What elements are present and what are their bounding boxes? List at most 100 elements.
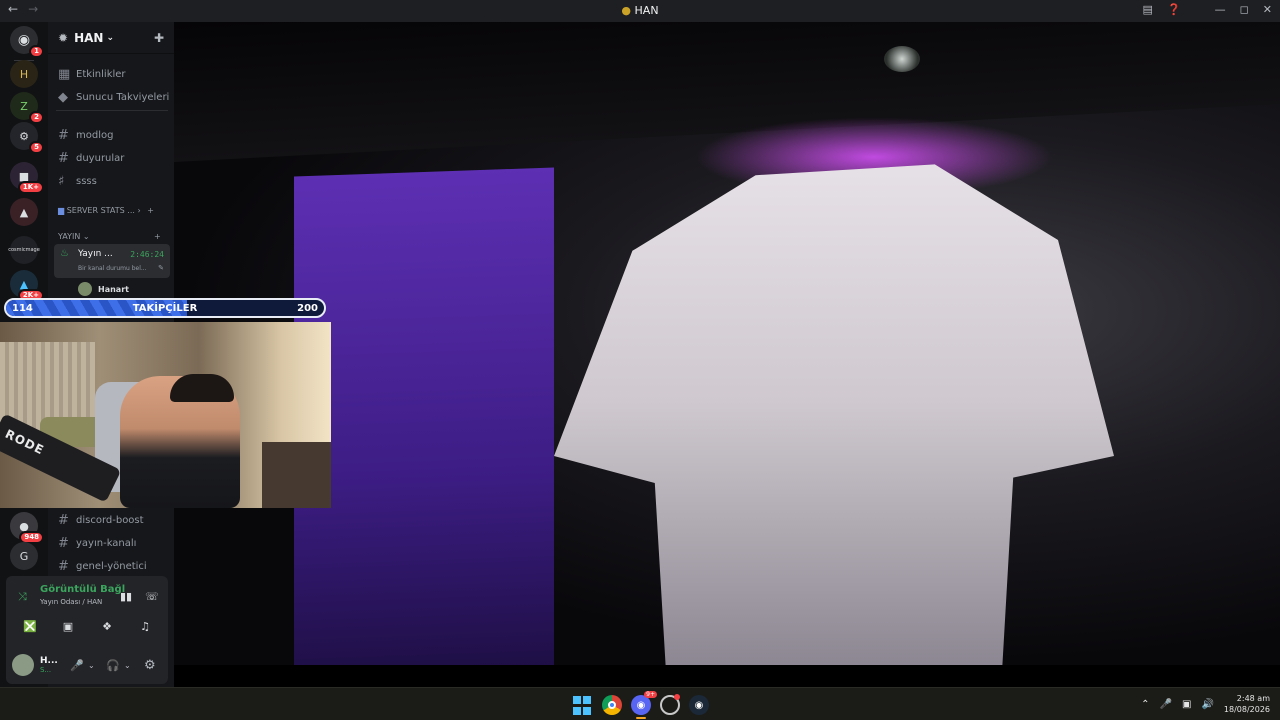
hash-icon: #	[58, 559, 69, 574]
server-list-lower: ● 948 G	[0, 508, 48, 576]
active-app-indicator	[636, 717, 646, 719]
ceiling-light	[884, 46, 920, 72]
calendar-icon: ▦	[58, 67, 71, 82]
voice-status: Bir kanal durumu bel...	[78, 265, 147, 272]
streamer-hair	[170, 374, 234, 402]
clock-time: 2:48 am	[1236, 694, 1270, 703]
events-item[interactable]: ▦ Etkinlikler	[58, 67, 126, 82]
close-button[interactable]: ✕	[1263, 3, 1272, 16]
network-icon[interactable]: ▣	[1182, 699, 1191, 710]
discord-home-button[interactable]: ◉ 1	[10, 26, 44, 58]
member-avatar	[78, 282, 92, 296]
channel-ssss[interactable]: ♯ ssss	[58, 174, 97, 189]
hash-icon: #	[58, 536, 69, 551]
purple-wall-light	[294, 167, 554, 665]
server-group[interactable]: ■ 1K+	[10, 162, 44, 194]
signal-icon[interactable]: ⤨	[18, 590, 27, 604]
screen-share-icon[interactable]: ▣	[56, 616, 80, 636]
maximize-button[interactable]: ◻	[1240, 3, 1249, 16]
guild-header[interactable]: ✹ HAN ⌄ ✚	[48, 22, 174, 54]
window-title: ● HAN	[621, 4, 659, 17]
mic-brand-label: RODE	[2, 426, 47, 458]
minimize-button[interactable]: —	[1215, 3, 1226, 16]
server-cat[interactable]: ▲ 2K+	[10, 270, 44, 302]
chevron-right-icon: ›	[137, 206, 141, 215]
activities-icon[interactable]: ❖	[95, 616, 119, 636]
category-server-stats[interactable]: ▆ SERVER STATS ... › +	[58, 206, 154, 215]
inbox-icon[interactable]: ▤	[1143, 3, 1153, 16]
server-az[interactable]: ⚙ 5	[10, 122, 44, 154]
speaker-icon: ♯	[58, 174, 65, 189]
window-controls: ▤ ❓ — ◻ ✕	[1143, 3, 1272, 16]
chevron-up-icon[interactable]: ⌃	[1141, 699, 1149, 710]
camera-off-icon[interactable]: ❎	[18, 616, 42, 636]
voice-connected-subtitle: Yayın Odası / HAN	[40, 598, 103, 606]
soundboard-icon[interactable]: ♫	[133, 616, 157, 636]
chevron-down-icon[interactable]: ⌄	[88, 661, 95, 670]
user-name: H...	[40, 656, 58, 666]
follower-label: TAKİPÇİLER	[132, 302, 198, 314]
windows-taskbar: ◉ 9+ ◉ ⌃ 🎤 ▣ 🔊 2:48 am 18/08/2026	[0, 687, 1280, 720]
server-icon-small: ●	[621, 4, 632, 17]
volume-icon[interactable]: 🔊	[1201, 699, 1213, 710]
channel-genel-yonetici[interactable]: # genel-yönetici	[58, 559, 147, 574]
voice-timer: 2:46:24	[130, 250, 164, 259]
app-circle-icon[interactable]	[660, 694, 680, 715]
follower-goal-bar: 114 TAKİPÇİLER 200	[4, 298, 326, 318]
microphone-tray-icon[interactable]: 🎤	[1160, 699, 1172, 710]
voice-member[interactable]: Hanart	[78, 282, 129, 296]
title-bar: ← → ● HAN ▤ ❓ — ◻ ✕	[0, 0, 1280, 22]
user-avatar[interactable]	[12, 654, 34, 676]
webcam-overlay: RODE	[0, 322, 331, 508]
clock-date: 18/08/2026	[1223, 705, 1270, 714]
add-channel-icon[interactable]: +	[147, 206, 154, 215]
system-tray: ⌃ 🎤 ▣ 🔊 2:48 am 18/08/2026	[1141, 693, 1270, 715]
chevron-down-icon: ⌄	[82, 232, 90, 241]
server-avatar[interactable]: ● 948	[10, 512, 44, 544]
guild-gear-icon: ✹	[58, 30, 69, 45]
desk	[262, 442, 331, 508]
channel-discord-boost[interactable]: # discord-boost	[58, 513, 144, 528]
server-han[interactable]: H	[10, 60, 38, 88]
chart-icon: ▆	[58, 206, 65, 215]
chevron-down-icon[interactable]: ⌄	[124, 661, 131, 670]
add-member-icon[interactable]: ✚	[154, 31, 164, 45]
channel-list-lower: # discord-boost # yayın-kanalı # genel-y…	[48, 508, 174, 576]
steam-icon[interactable]: ◉	[689, 695, 709, 715]
help-icon[interactable]: ❓	[1167, 3, 1181, 16]
channel-duyurular[interactable]: # duyurular	[58, 151, 124, 166]
edit-pencil-icon[interactable]: ✎	[158, 264, 164, 272]
voice-connected-title: Görüntülü Bağl	[40, 584, 126, 595]
voice-channel-yayin[interactable]: ♨ Yayın ... 2:46:24 Bir kanal durumu bel…	[54, 244, 170, 278]
discord-taskbar-badge: 9+	[644, 691, 657, 698]
channel-divider	[56, 110, 168, 111]
server-cosmicmage[interactable]: cosmicmage	[8, 236, 40, 264]
home-badge: 1	[29, 45, 44, 58]
hash-icon: #	[58, 128, 69, 143]
user-status: S...	[40, 666, 52, 674]
boosts-item[interactable]: ◆ Sunucu Takviyeleri	[58, 90, 169, 105]
channel-modlog[interactable]: # modlog	[58, 128, 113, 143]
hash-icon: #	[58, 151, 69, 166]
voice-speaker-icon: ♨	[60, 248, 69, 259]
chrome-icon[interactable]	[602, 695, 622, 715]
boost-icon: ◆	[58, 90, 68, 105]
discord-taskbar-icon[interactable]: ◉ 9+	[631, 691, 657, 715]
stream-video[interactable]	[174, 22, 1280, 665]
channel-yayin-kanali[interactable]: # yayın-kanalı	[58, 536, 136, 551]
server-g[interactable]: G	[10, 542, 38, 570]
add-channel-icon[interactable]: +	[154, 232, 161, 241]
clock[interactable]: 2:48 am 18/08/2026	[1224, 693, 1270, 715]
microphone-icon[interactable]: 🎤	[70, 659, 84, 672]
discord-logo-icon: ◉	[17, 32, 31, 48]
server-red[interactable]: ▲	[10, 198, 38, 226]
guild-name: HAN	[74, 30, 104, 45]
noise-suppression-icon[interactable]: ▮▮	[114, 586, 138, 606]
disconnect-icon[interactable]: ☏	[140, 586, 164, 606]
category-yayin[interactable]: YAYIN ⌄ +	[58, 232, 161, 241]
follower-goal: 200	[297, 302, 318, 314]
server-z[interactable]: Z2	[10, 92, 44, 124]
start-icon[interactable]	[572, 695, 592, 715]
headphones-icon[interactable]: 🎧	[106, 659, 120, 672]
settings-gear-icon[interactable]: ⚙	[144, 658, 156, 673]
